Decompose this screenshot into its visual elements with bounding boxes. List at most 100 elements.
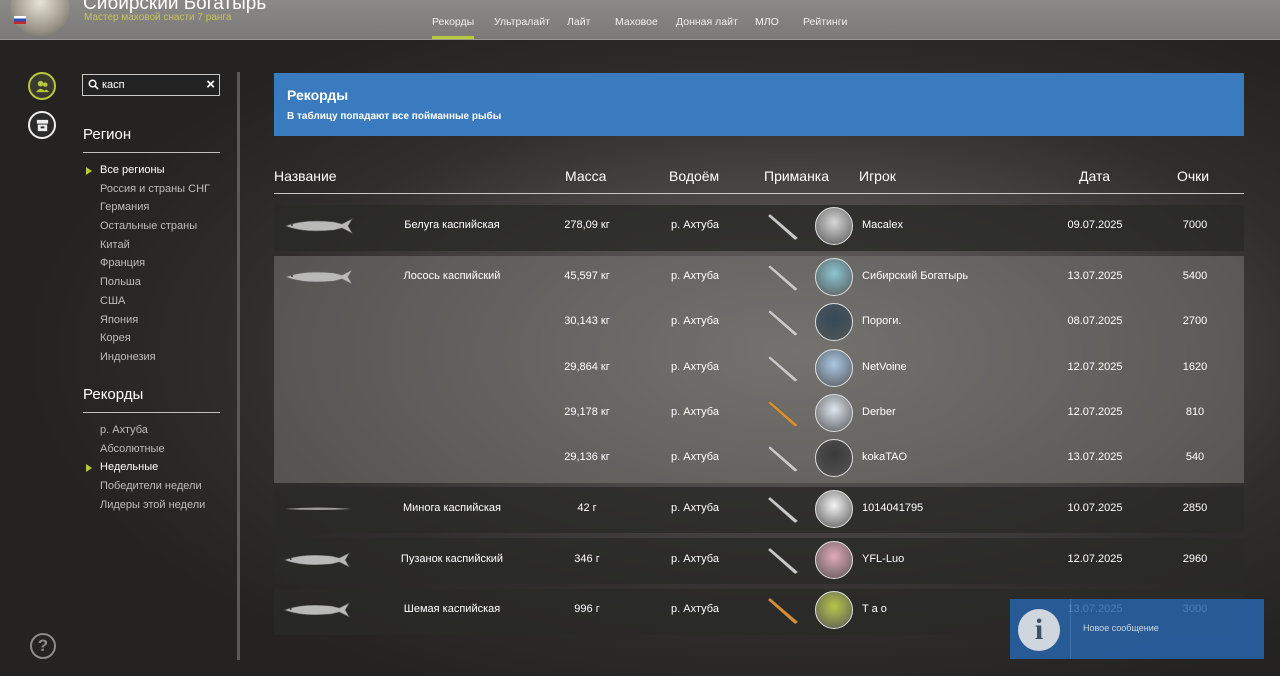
player-avatar[interactable]: [815, 303, 853, 341]
info-icon: i: [1018, 609, 1060, 651]
col-points[interactable]: Очки: [1177, 168, 1209, 184]
record-points: 2700: [1182, 315, 1208, 327]
player-name[interactable]: YFL-Luo: [862, 553, 904, 565]
region-item[interactable]: Китай: [100, 236, 210, 255]
help-icon[interactable]: ?: [30, 633, 56, 659]
player-rank: Мастер маховой снасти 7 ранга: [84, 12, 232, 23]
search-input[interactable]: касп: [102, 79, 125, 91]
records-menu-item[interactable]: Лидеры этой недели: [100, 496, 205, 515]
record-water: р. Ахтуба: [671, 451, 719, 463]
region-item[interactable]: Польша: [100, 273, 210, 292]
region-item[interactable]: Остальные страны: [100, 217, 210, 236]
region-item[interactable]: Все регионы: [86, 161, 210, 180]
player-avatar[interactable]: [815, 394, 853, 432]
col-player[interactable]: Игрок: [859, 168, 896, 184]
record-points: 1620: [1182, 361, 1208, 373]
col-bait[interactable]: Приманка: [764, 168, 829, 184]
region-divider: [83, 152, 220, 153]
region-item[interactable]: Германия: [100, 198, 210, 217]
records-menu-divider: [83, 412, 220, 413]
region-item[interactable]: Россия и страны СНГ: [100, 180, 210, 199]
records-banner: Рекорды В таблицу попадают все пойманные…: [274, 73, 1244, 136]
bait-image[interactable]: [762, 493, 808, 525]
record-mass: 42 г: [577, 502, 597, 514]
records-menu-item[interactable]: Недельные: [85, 458, 205, 477]
record-points: 7000: [1182, 219, 1208, 231]
player-name[interactable]: NetVoine: [862, 361, 907, 373]
player-avatar[interactable]: [815, 349, 853, 387]
tab-1[interactable]: Рекорды: [432, 0, 475, 40]
bait-image[interactable]: [762, 594, 808, 626]
notification-toast[interactable]: i Новое сообщение: [1010, 599, 1264, 659]
region-item[interactable]: Индонезия: [100, 348, 210, 367]
region-item[interactable]: Франция: [100, 254, 210, 273]
banner-subtitle: В таблицу попадают все пойманные рыбы: [287, 111, 502, 122]
record-date: 13.07.2025: [1067, 270, 1123, 282]
tab-7[interactable]: Рейтинги: [803, 0, 847, 40]
close-icon[interactable]: ×: [206, 77, 215, 93]
region-item[interactable]: США: [100, 292, 210, 311]
store-icon[interactable]: [28, 111, 56, 139]
player-name[interactable]: 1014041795: [862, 502, 923, 514]
record-water: р. Ахтуба: [671, 553, 719, 565]
player-avatar[interactable]: [815, 207, 853, 245]
player-avatar[interactable]: [815, 439, 853, 477]
records-menu-item[interactable]: Абсолютные: [100, 440, 205, 459]
sidebar-divider: [237, 72, 240, 660]
player-name[interactable]: kokaTAO: [862, 451, 907, 463]
header-divider: [274, 193, 1244, 194]
fish-image: [283, 602, 351, 618]
record-mass: 29,178 кг: [564, 406, 610, 418]
col-name[interactable]: Название: [274, 168, 337, 184]
top-bar: Сибирский Богатырь Мастер маховой снасти…: [0, 0, 1280, 40]
friends-icon[interactable]: [28, 72, 56, 100]
player-avatar[interactable]: [815, 541, 853, 579]
fish-name: Белуга каспийская: [404, 219, 500, 231]
tab-2[interactable]: Ультралайт: [494, 0, 550, 40]
search-icon: [88, 79, 99, 90]
bait-image[interactable]: [762, 352, 808, 384]
tab-5[interactable]: Донная лайт: [676, 0, 738, 40]
player-name[interactable]: T a o: [862, 603, 887, 615]
tab-3[interactable]: Лайт: [567, 0, 590, 40]
col-mass[interactable]: Масса: [565, 168, 606, 184]
record-mass: 29,864 кг: [564, 361, 610, 373]
player-avatar[interactable]: [815, 258, 853, 296]
fish-image: [283, 218, 355, 234]
toast-text: Новое сообщение: [1083, 623, 1159, 633]
player-name[interactable]: Derber: [862, 406, 896, 418]
col-water[interactable]: Водоём: [669, 168, 719, 184]
region-item[interactable]: Корея: [100, 329, 210, 348]
col-date[interactable]: Дата: [1079, 168, 1110, 184]
tab-4[interactable]: Маховое: [615, 0, 658, 40]
bait-image[interactable]: [762, 210, 808, 242]
region-item[interactable]: Япония: [100, 311, 210, 330]
bait-image[interactable]: [762, 442, 808, 474]
record-mass: 30,143 кг: [564, 315, 610, 327]
record-points: 810: [1185, 406, 1205, 418]
search-field[interactable]: касп ×: [82, 74, 220, 96]
player-name[interactable]: Сибирский Богатырь: [862, 270, 968, 282]
record-points: 5400: [1182, 270, 1208, 282]
records-menu-item[interactable]: Победители недели: [100, 477, 205, 496]
records-menu-item[interactable]: р. Ахтуба: [100, 421, 205, 440]
bait-image[interactable]: [762, 397, 808, 429]
region-title: Регион: [83, 126, 132, 143]
bait-image[interactable]: [762, 261, 808, 293]
player-avatar[interactable]: [815, 591, 853, 629]
record-water: р. Ахтуба: [671, 270, 719, 282]
player-name[interactable]: Пороги.: [862, 315, 901, 327]
record-points: 2850: [1182, 502, 1208, 514]
record-date: 08.07.2025: [1067, 315, 1123, 327]
player-name[interactable]: Macalex: [862, 219, 903, 231]
player-avatar[interactable]: [815, 490, 853, 528]
record-points: 540: [1185, 451, 1205, 463]
bait-image[interactable]: [762, 544, 808, 576]
record-date: 12.07.2025: [1067, 553, 1123, 565]
record-mass: 278,09 кг: [564, 219, 610, 231]
record-water: р. Ахтуба: [671, 502, 719, 514]
records-menu-list: р. Ахтуба Абсолютные Недельные Победители н…: [85, 421, 205, 515]
record-water: р. Ахтуба: [671, 219, 719, 231]
tab-6[interactable]: МЛО: [755, 0, 779, 40]
bait-image[interactable]: [762, 306, 808, 338]
